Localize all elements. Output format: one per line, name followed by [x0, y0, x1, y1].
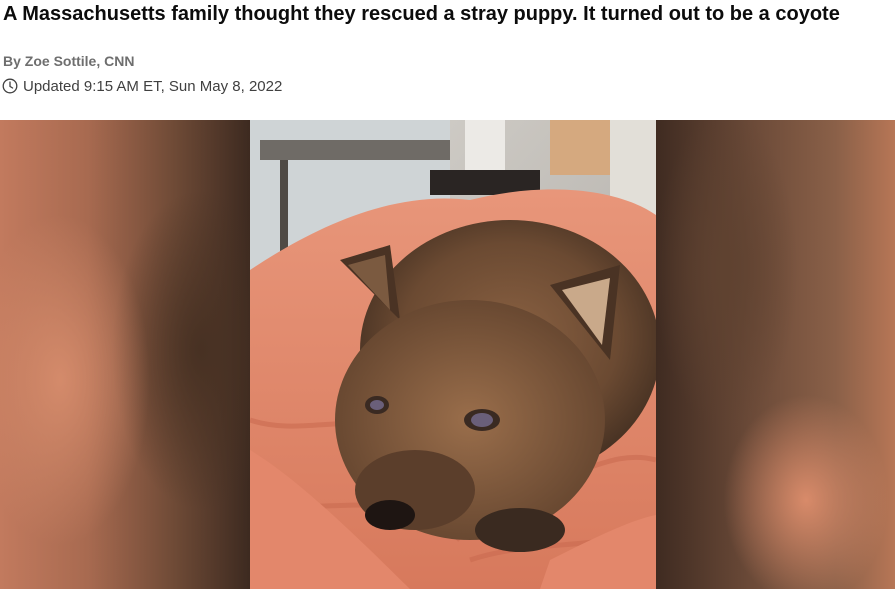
image-blur-background-left	[0, 120, 250, 589]
image-blur-background-right	[656, 120, 895, 589]
lead-image[interactable]	[0, 120, 895, 589]
byline[interactable]: By Zoe Sottile, CNN	[3, 53, 134, 69]
headline: A Massachusetts family thought they resc…	[3, 3, 840, 25]
clock-icon	[2, 78, 18, 94]
timestamp: Updated 9:15 AM ET, Sun May 8, 2022	[2, 77, 282, 95]
coyote-pup-photo	[250, 120, 656, 589]
article: A Massachusetts family thought they resc…	[0, 0, 895, 589]
timestamp-text: Updated 9:15 AM ET, Sun May 8, 2022	[23, 77, 283, 95]
